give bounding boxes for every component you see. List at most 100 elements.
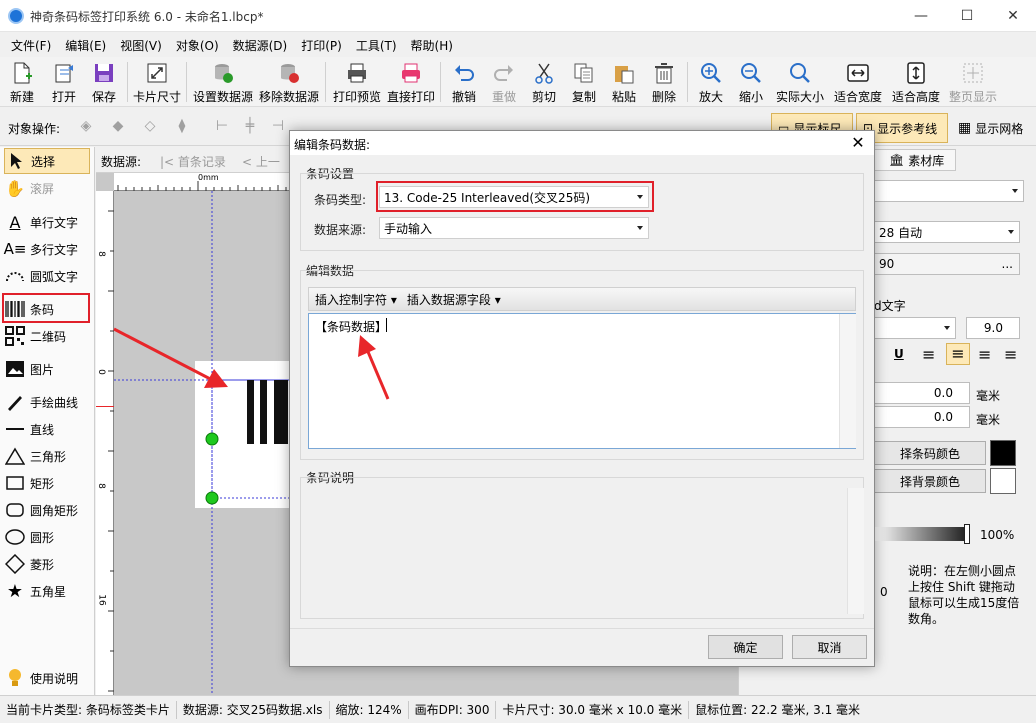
fit-page-button[interactable]: 整页显示 (945, 57, 1001, 107)
textarea-scrollbar[interactable] (839, 314, 856, 448)
menu-datasource[interactable]: 数据源(D) (226, 37, 295, 54)
dialog-footer (290, 628, 874, 666)
open-button[interactable]: 打开 (44, 57, 84, 107)
actual-size-button[interactable]: 实际大小 (771, 57, 829, 107)
show-grid-toggle[interactable]: ▦ 显示网格 (952, 113, 1034, 143)
mode-dropdown[interactable]: 28 自动 (874, 221, 1020, 243)
new-file-icon (10, 61, 34, 85)
toolbar-separator (186, 62, 187, 102)
toolbar-separator (325, 62, 326, 102)
tool-triangle[interactable]: 三角形 (4, 443, 90, 469)
status-card-type[interactable]: 当前卡片类型: 条码标签类卡片 (0, 700, 177, 719)
angle-ellipsis-button[interactable]: ... (1002, 257, 1013, 271)
align-left-icon[interactable]: ⊢ (212, 118, 232, 136)
tool-circle[interactable]: 圆形 (4, 524, 90, 550)
copy-button[interactable]: 复制 (564, 57, 604, 107)
menu-edit[interactable]: 编辑(E) (58, 37, 113, 54)
layer-bottom-icon[interactable]: ⧫ (172, 118, 192, 136)
property-dropdown[interactable] (874, 180, 1024, 202)
opacity-slider-track[interactable] (874, 527, 966, 541)
tool-single-text[interactable]: A 单行文字 (4, 209, 90, 235)
menu-bar: 文件(F) 编辑(E) 视图(V) 对象(O) 数据源(D) 打印(P) 工具(… (0, 33, 1036, 57)
print-preview-button[interactable]: 打印预览 (329, 57, 385, 107)
close-window-button[interactable]: ✕ (990, 0, 1036, 32)
fit-width-button[interactable]: 适合宽度 (829, 57, 887, 107)
angle-field[interactable]: 90 ... (874, 253, 1020, 275)
menu-view[interactable]: 视图(V) (113, 37, 169, 54)
font-dropdown[interactable] (874, 317, 956, 339)
save-button[interactable]: 保存 (84, 57, 124, 107)
layer-down-icon[interactable]: ◇ (140, 118, 160, 136)
remove-datasource-button[interactable]: 移除数据源 (256, 57, 322, 107)
tool-rounded-rect[interactable]: 圆角矩形 (4, 497, 90, 523)
insert-datasource-field-button[interactable]: 插入数据源字段 ▾ (407, 291, 501, 308)
justify-text-icon[interactable]: ≡ (1004, 345, 1017, 364)
zoom-out-button[interactable]: 缩小 (731, 57, 771, 107)
menu-tools[interactable]: 工具(T) (349, 37, 404, 54)
fit-height-button[interactable]: 适合高度 (887, 57, 945, 107)
ok-button[interactable]: 确定 (708, 635, 783, 659)
delete-icon (652, 61, 676, 85)
redo-button[interactable]: 重做 (484, 57, 524, 107)
data-source-dropdown[interactable]: 手动输入 (379, 217, 649, 239)
menu-object[interactable]: 对象(O) (169, 37, 226, 54)
chevron-down-icon (944, 326, 950, 330)
align-right-icon[interactable]: ⊣ (268, 118, 288, 136)
tool-image[interactable]: 图片 (4, 356, 90, 382)
tool-multi-text[interactable]: A≡ 多行文字 (4, 236, 90, 262)
paste-button[interactable]: 粘贴 (604, 57, 644, 107)
underline-icon[interactable]: U (894, 347, 904, 361)
single-text-icon: A (9, 212, 21, 232)
tool-arc-text[interactable]: 圆弧文字 (4, 263, 90, 289)
tool-star[interactable]: ★ 五角星 (4, 578, 90, 604)
font-size-stepper[interactable]: 9.0 (966, 317, 1020, 339)
menu-print[interactable]: 打印(P) (294, 37, 349, 54)
align-right-text-icon[interactable]: ≡ (978, 345, 991, 364)
background-color-swatch[interactable] (990, 468, 1016, 494)
direct-print-button[interactable]: 直接打印 (385, 57, 437, 107)
dialog-title-bar: 编辑条码数据: ✕ (290, 131, 874, 155)
barcode-color-swatch[interactable] (990, 440, 1016, 466)
offset-stepper-2[interactable]: 0.0 (874, 406, 970, 428)
menu-help[interactable]: 帮助(H) (404, 37, 460, 54)
card-size-button[interactable]: 卡片尺寸 (131, 57, 183, 107)
rectangle-icon (4, 473, 26, 493)
hand-icon: ✋ (5, 178, 25, 198)
tool-select[interactable]: 选择 (4, 148, 90, 174)
tool-line[interactable]: 直线 (4, 416, 90, 442)
layer-top-icon[interactable]: ◆ (108, 118, 128, 136)
tab-material-library[interactable]: 🏛 素材库 (874, 149, 956, 171)
align-left-text-icon[interactable]: ≡ (922, 345, 935, 364)
description-scrollbar[interactable] (847, 488, 864, 614)
undo-button[interactable]: 撤销 (444, 57, 484, 107)
zoom-out-icon (739, 61, 763, 85)
cut-button[interactable]: 剪切 (524, 57, 564, 107)
prev-record-button[interactable]: < 上一 (242, 153, 280, 170)
layer-up-icon[interactable]: ◈ (76, 118, 96, 136)
arc-text-icon (4, 266, 26, 286)
minimize-button[interactable]: — (898, 0, 944, 32)
delete-button[interactable]: 删除 (644, 57, 684, 107)
tool-rectangle[interactable]: 矩形 (4, 470, 90, 496)
set-datasource-button[interactable]: 设置数据源 (190, 57, 256, 107)
zoom-in-button[interactable]: 放大 (691, 57, 731, 107)
tool-qrcode[interactable]: 二维码 (4, 323, 90, 349)
align-center-icon[interactable]: ╪ (240, 118, 260, 136)
align-center-text-icon[interactable]: ≡ (946, 343, 970, 365)
opacity-slider-handle[interactable] (964, 524, 970, 544)
maximize-button[interactable]: ☐ (944, 0, 990, 32)
tool-freehand[interactable]: 手绘曲线 (4, 389, 90, 415)
cancel-button[interactable]: 取消 (792, 635, 867, 659)
barcode-type-label: 条码类型: (314, 193, 367, 207)
offset-stepper-1[interactable]: 0.0 (874, 382, 970, 404)
barcode-color-button[interactable]: 择条码颜色 (874, 441, 986, 465)
background-color-button[interactable]: 择背景颜色 (874, 469, 986, 493)
help-button[interactable]: 使用说明 (4, 665, 90, 691)
dialog-close-icon[interactable]: ✕ (846, 133, 870, 153)
menu-file[interactable]: 文件(F) (4, 37, 58, 54)
tool-diamond[interactable]: 菱形 (4, 551, 90, 577)
new-button[interactable]: 新建 (0, 57, 44, 107)
insert-control-char-button[interactable]: 插入控制字符 ▾ (315, 291, 397, 308)
tool-scroll[interactable]: ✋ 滚屏 (4, 175, 90, 201)
first-record-button[interactable]: |< 首条记录 (160, 153, 226, 170)
